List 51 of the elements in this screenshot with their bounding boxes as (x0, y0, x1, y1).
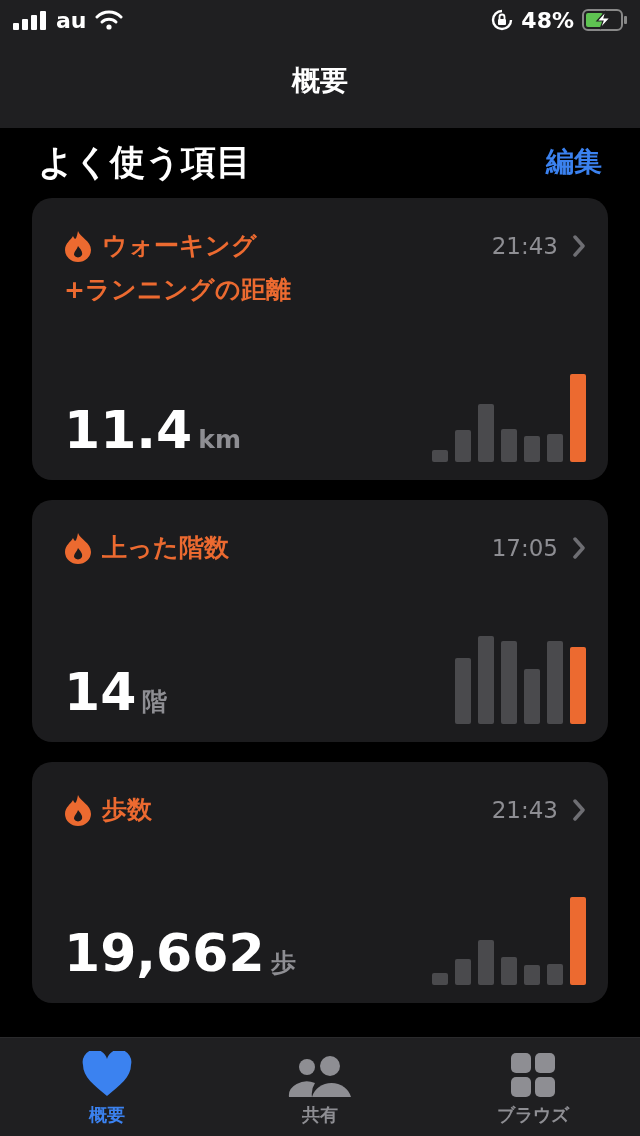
summary-card[interactable]: 歩数 21:43 19,662 歩 (32, 762, 608, 1003)
unit-text: 階 (142, 685, 168, 718)
time-label: 21:43 (491, 232, 558, 261)
chart-bar (547, 434, 563, 462)
chart-bar (524, 965, 540, 985)
grid-icon (511, 1052, 556, 1097)
summary-card[interactable]: ウォーキング +ランニングの距離 21:43 11.4 km (32, 198, 608, 480)
flame-icon (64, 794, 92, 826)
battery-charging-icon (582, 9, 628, 31)
value-text: 11.4 (64, 403, 193, 456)
flame-icon (64, 230, 92, 262)
chart-bar (547, 964, 563, 985)
unit-text: km (198, 423, 241, 456)
orientation-lock-icon (491, 9, 514, 31)
battery-percentage: 48% (521, 6, 574, 35)
card-title: ウォーキング (102, 230, 257, 262)
signal-icon (12, 10, 48, 30)
chart-bar (501, 957, 517, 985)
nav-title: 概要 (292, 63, 348, 99)
chevron-right-icon (572, 537, 586, 559)
heart-icon (81, 1050, 132, 1097)
chart-bar (524, 436, 540, 462)
chart-bar (455, 658, 471, 724)
chart-bar (432, 450, 448, 462)
card-title: 歩数 (102, 794, 152, 826)
chart-bar (432, 973, 448, 985)
unit-text: 歩 (270, 946, 296, 979)
value-text: 14 (64, 665, 137, 718)
carrier-name: au (56, 6, 87, 35)
summary-card[interactable]: 上った階数 17:05 14 階 (32, 500, 608, 742)
value-text: 19,662 (64, 926, 265, 979)
people-icon (288, 1054, 352, 1097)
edit-link[interactable]: 編集 (546, 141, 602, 183)
time-label: 17:05 (491, 534, 558, 563)
chart-bar (478, 404, 494, 462)
flame-icon (64, 532, 92, 564)
card-title: 上った階数 (102, 532, 229, 564)
tab-button[interactable]: 共有 (230, 1046, 410, 1128)
tab-button[interactable]: 概要 (16, 1046, 197, 1128)
section-title: よく使う項目 (38, 140, 251, 184)
tab-button[interactable]: ブラウズ (443, 1046, 624, 1128)
chevron-right-icon (572, 235, 586, 257)
chart-bar (501, 429, 517, 462)
chart-bar (524, 669, 540, 724)
card-title: +ランニングの距離 (64, 274, 291, 306)
chart-bar (478, 940, 494, 985)
time-label: 21:43 (491, 796, 558, 825)
wifi-icon (94, 10, 123, 30)
chevron-right-icon (572, 799, 586, 821)
chart-bar (455, 430, 471, 462)
chart-bar (455, 959, 471, 985)
